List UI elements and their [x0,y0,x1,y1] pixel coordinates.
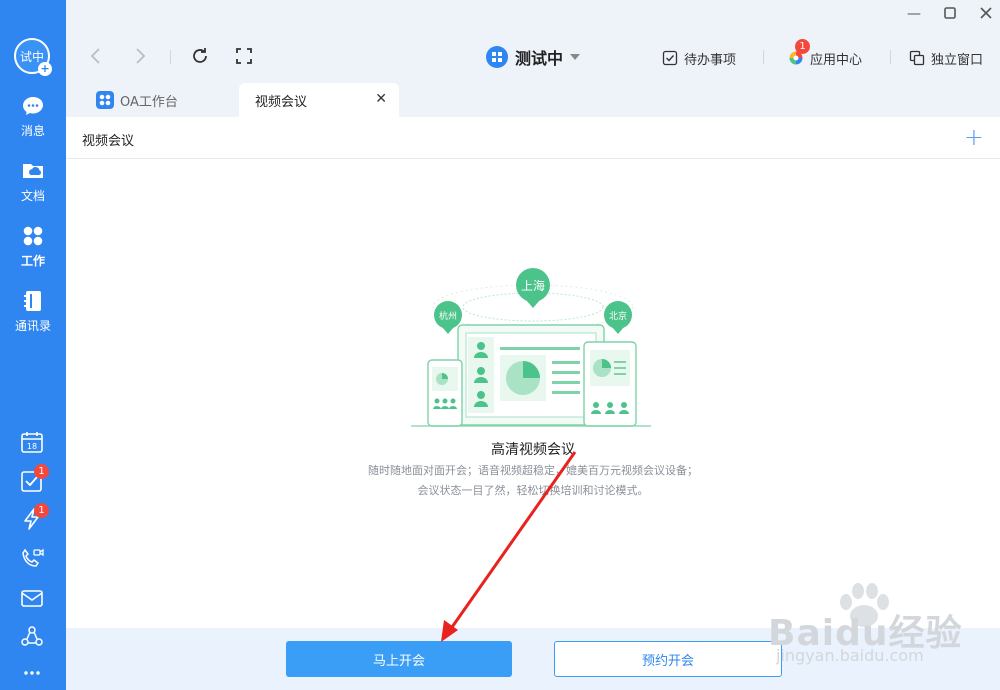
add-icon[interactable]: + [964,125,984,149]
feature-description-line2: 会议状态一目了然，轻松切换培训和讨论模式。 [417,484,649,497]
tab-video-meeting[interactable]: 视频会议 ✕ [239,83,399,117]
city-label-center: 上海 [521,278,545,293]
left-sidebar: 试中 + 消息 文档 工作 通讯录 18 1 1 [0,0,66,690]
oa-workbench-icon [96,91,114,109]
city-label-right: 北京 [609,310,627,322]
app-center-icon [789,51,803,65]
lightning-badge: 1 [34,503,49,518]
workspace-title: 测试中 [515,49,564,68]
window-copy-icon [909,50,925,66]
folder-cloud-icon [23,164,43,178]
calendar-day: 18 [27,442,37,451]
avatar[interactable]: 试中 + [14,38,52,76]
sidebar-item-label: 文档 [20,189,45,203]
panel-header: 视频会议 + [66,117,1000,159]
fullscreen-icon[interactable] [232,44,256,68]
sidebar-item-messages[interactable]: 消息 [0,94,66,154]
close-window-icon[interactable] [976,6,996,22]
refresh-icon[interactable] [188,44,212,68]
sidebar-item-documents[interactable]: 文档 [0,159,66,219]
feature-description-line1: 随时随地面对面开会；语音视频超稳定，媲美百万元视频会议设备； [368,464,698,477]
app-center-label: 应用中心 [810,52,863,68]
maximize-icon[interactable] [940,6,960,22]
watermark-url: jingyan.baidu.com [776,646,924,665]
app-center-button[interactable]: 应用中心 [788,48,862,68]
sidebar-item-label: 通讯录 [14,319,51,333]
add-icon: + [38,62,52,76]
tab-label: 视频会议 [255,94,308,110]
tab-label: OA工作台 [120,94,178,110]
divider [170,50,171,64]
grid-apps-icon [23,226,43,246]
workspace-switcher[interactable]: 测试中 [486,44,581,70]
top-bar: — 测试中 待办事项 1 应用中心 独立窗口 [66,0,1000,80]
sidebar-item-work[interactable]: 工作 [0,224,66,284]
workspace-icon [486,46,508,68]
minimize-icon[interactable]: — [904,6,924,22]
todo-label: 待办事项 [684,52,737,68]
start-meeting-button[interactable]: 马上开会 [286,641,512,677]
schedule-meeting-button[interactable]: 预约开会 [554,641,782,677]
sidebar-item-label: 工作 [20,254,45,268]
video-call-icon[interactable] [19,546,45,572]
baidu-watermark: Baidu经验 jingyan.baidu.com [768,583,993,674]
todo-check-icon [662,50,678,66]
share-nodes-icon[interactable] [19,624,45,650]
sidebar-item-label: 消息 [20,124,45,138]
standalone-window-label: 独立窗口 [931,52,984,68]
close-icon[interactable]: ✕ [375,91,387,107]
feature-headline: 高清视频会议 [491,442,575,458]
page-title: 视频会议 [82,134,135,149]
divider [890,50,891,64]
sidebar-item-contacts[interactable]: 通讯录 [0,289,66,349]
mail-icon[interactable] [19,585,45,611]
contacts-book-icon [24,291,41,311]
chat-icon [23,97,43,115]
more-dots-icon[interactable] [19,660,45,686]
back-icon[interactable] [84,44,108,68]
divider [763,50,764,64]
standalone-window-button[interactable]: 独立窗口 [909,48,983,68]
chevron-down-icon [570,54,581,60]
calendar-icon[interactable]: 18 [19,429,45,455]
tab-oa-workbench[interactable]: OA工作台 [88,83,238,117]
todo-button[interactable]: 待办事项 [662,48,736,68]
city-label-left: 杭州 [439,310,457,322]
forward-icon[interactable] [128,44,152,68]
video-meeting-illustration: 上海 杭州 北京 [411,268,651,427]
task-badge: 1 [34,464,49,479]
